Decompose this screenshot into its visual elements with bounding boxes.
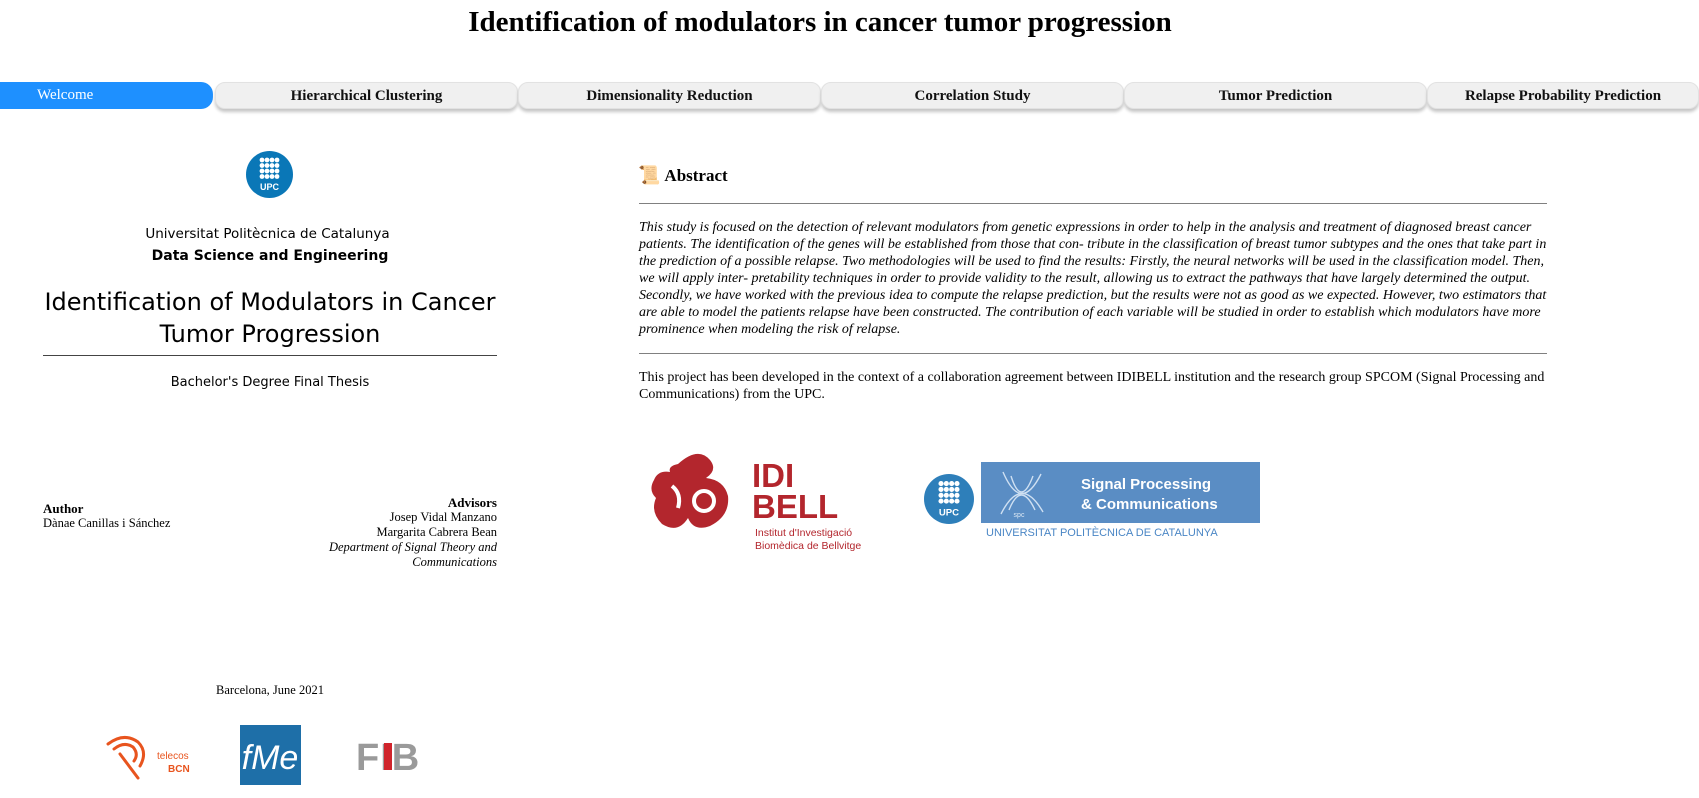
title-rule — [43, 355, 497, 356]
advisor-name: Margarita Cabrera Bean — [376, 525, 497, 539]
author-name: Dànae Canillas i Sánchez — [43, 516, 171, 530]
collaboration-text: This project has been developed in the c… — [639, 370, 1545, 402]
fme-logo: fMe — [240, 725, 301, 785]
spcom-university: UNIVERSITAT POLITÈCNICA DE CATALUNYA — [986, 526, 1218, 539]
fib-logo: FIB — [356, 739, 419, 773]
thesis-cover: UPC Universitat Politècnica de Catalunya… — [0, 140, 540, 798]
abstract-heading-text: Abstract — [664, 166, 728, 185]
department-name: Data Science and Engineering — [151, 248, 389, 264]
idibell-sub-1: Institut d'Investigació — [755, 527, 852, 539]
place-date: Barcelona, June 2021 — [216, 683, 324, 697]
upc-logo: UPC — [246, 151, 293, 198]
fme-logo-text: fMe — [242, 739, 299, 777]
app-title: Identification of modulators in cancer t… — [468, 6, 1172, 38]
spcom-line-1: Signal Processing — [1081, 476, 1211, 493]
spc-text: spc — [1014, 512, 1025, 519]
tab-tumor-prediction[interactable]: Tumor Prediction — [1124, 82, 1427, 109]
spcom-logo: spc Signal Processing & Communications U… — [981, 462, 1260, 539]
tab-welcome[interactable]: Welcome — [0, 82, 213, 109]
spcom-line-2: & Communications — [1081, 496, 1218, 513]
tab-correlation-study[interactable]: Correlation Study — [821, 82, 1124, 109]
advisor-name: Josep Vidal Manzano — [389, 510, 497, 524]
advisors-department: Department of Signal Theory and Communic… — [328, 540, 497, 569]
divider — [639, 203, 1547, 204]
tab-hierarchical-clustering[interactable]: Hierarchical Clustering — [215, 82, 518, 109]
university-name: Universitat Politècnica de Catalunya — [145, 226, 390, 242]
author-heading: Author — [43, 501, 84, 516]
advisors-block: Advisors Josep Vidal Manzano Margarita C… — [300, 495, 497, 570]
divider — [639, 353, 1547, 354]
abstract-text: This study is focused on the detection o… — [639, 220, 1547, 337]
abstract-heading: 📜 Abstract — [638, 165, 728, 186]
scroll-icon: 📜 — [638, 165, 661, 185]
idibell-logo: IDI BELL Institut d'Investigació Biomèdi… — [651, 453, 861, 552]
idibell-sub-2: Biomèdica de Bellvitge — [755, 540, 861, 552]
upc-spcom-logo: UPC — [924, 474, 974, 524]
bcn-text: BCN — [168, 764, 190, 775]
thesis-title-line-2: Tumor Progression — [159, 320, 381, 348]
thesis-title-line-1: Identification of Modulators in Cancer — [44, 288, 496, 316]
tab-relapse-probability-prediction[interactable]: Relapse Probability Prediction — [1427, 82, 1699, 109]
main-tabs: Welcome Hierarchical Clustering Dimensio… — [0, 82, 1699, 112]
telecos-bcn-logo: telecos BCN — [106, 736, 190, 780]
tab-dimensionality-reduction[interactable]: Dimensionality Reduction — [518, 82, 821, 109]
degree-label: Bachelor's Degree Final Thesis — [170, 375, 370, 390]
upc-spcom-logo-text: UPC — [939, 507, 959, 518]
telecos-text: telecos — [157, 751, 189, 762]
upc-logo-text: UPC — [260, 182, 280, 192]
advisors-heading: Advisors — [447, 495, 497, 510]
idibell-bell: BELL — [752, 488, 838, 525]
thesis-title: Identification of Modulators in Cancer T… — [43, 286, 497, 350]
